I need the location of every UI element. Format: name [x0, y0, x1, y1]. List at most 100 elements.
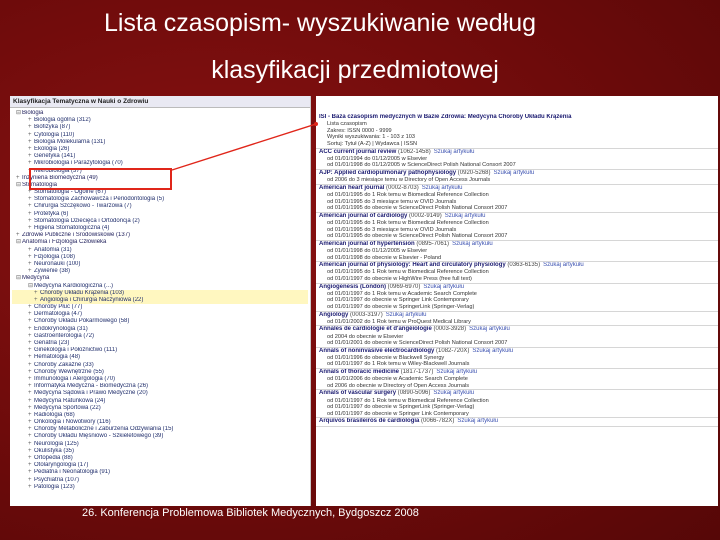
- find-article-link[interactable]: Szukaj artykułu: [423, 284, 464, 290]
- tree-node[interactable]: + Biologia ogólna (312): [12, 117, 308, 124]
- tree-node-label[interactable]: Angiologia i Chirurgia Naczyniowa (22): [40, 297, 143, 303]
- tree-node-label[interactable]: Geriatria (23): [34, 340, 69, 346]
- coverage-line[interactable]: od 01/01/1995 do 1 Rok temu w Biomedical…: [319, 220, 715, 227]
- tree-node[interactable]: + Fizjologia (108): [12, 254, 308, 261]
- tree-node[interactable]: + Medycyna Sportowa (22): [12, 405, 308, 412]
- journal-title-link[interactable]: Angiology: [319, 312, 348, 318]
- tree-node-label[interactable]: Dermatologia (47): [34, 311, 82, 317]
- coverage-line[interactable]: od 01/01/1995 do 3 miesiące temu w OVID …: [319, 199, 715, 206]
- tree-node[interactable]: + Ortopedia (88): [12, 455, 308, 462]
- find-article-link[interactable]: Szukaj artykułu: [457, 418, 498, 424]
- tree-node[interactable]: + Stomatologia - Ogólne (67): [12, 189, 308, 196]
- tree-node-label[interactable]: Ginekologia i Położnictwo (111): [34, 347, 117, 353]
- tree-node-label[interactable]: Choroby Wewnętrzne (55): [34, 369, 104, 375]
- tree-node[interactable]: + Higiena Stomatologiczna (4): [12, 225, 308, 232]
- tree-node-label[interactable]: Biologia Molekularna (131): [34, 139, 105, 145]
- tree-node[interactable]: + Genetyka (141): [12, 153, 308, 160]
- coverage-line[interactable]: od 01/01/1997 do obecnie w SpringerLink …: [319, 304, 715, 311]
- journal-title-link[interactable]: Annals of vascular surgery: [319, 390, 396, 396]
- find-article-link[interactable]: Szukaj artykułu: [433, 390, 474, 396]
- find-article-link[interactable]: Szukaj artykułu: [452, 241, 493, 247]
- tree-node-label[interactable]: Informatyka Medyczna - Biomedyczna (26): [34, 383, 148, 389]
- journal-title-link[interactable]: Arquivos brasileiros de cardiologia: [319, 418, 419, 424]
- tree-node-label[interactable]: Patologia (123): [34, 484, 75, 490]
- tree-node-label[interactable]: Medycyna Ratunkowa (24): [34, 398, 105, 404]
- tree-node[interactable]: + Zdrowie Publiczne i Środowiskowe (137): [12, 232, 308, 239]
- tree-node[interactable]: + Choroby Układu Krążenia (103): [12, 289, 308, 297]
- find-article-link[interactable]: Szukaj artykułu: [469, 326, 510, 332]
- tree-node[interactable]: + Medycyna Sądowa i Prawo Medyczne (20): [12, 390, 308, 397]
- tree-node[interactable]: + Okulistyka (35): [12, 448, 308, 455]
- coverage-line[interactable]: od 01/01/1998 do 01/12/2005 w ScienceDir…: [319, 162, 715, 169]
- tree-node[interactable]: + Stomatologia Dziecięca i Ortodoncja (2): [12, 218, 308, 225]
- journal-title-link[interactable]: American journal of cardiology: [319, 213, 407, 219]
- tree-node-label[interactable]: Anatomia i Fizjologia Człowieka: [22, 239, 106, 245]
- journal-title-link[interactable]: American heart journal: [319, 185, 384, 191]
- tree-node-label[interactable]: Otolaryngologia (17): [34, 462, 88, 468]
- tree-node[interactable]: + Geriatria (23): [12, 340, 308, 347]
- tree-node[interactable]: + Psychiatria (107): [12, 477, 308, 484]
- tree-node[interactable]: + Protetyka (6): [12, 211, 308, 218]
- coverage-line[interactable]: od 01/01/1997 do 1 Rok temu w Wiley-Blac…: [319, 361, 715, 368]
- coverage-line[interactable]: od 01/01/1995 do obecnie w ScienceDirect…: [319, 233, 715, 240]
- tree-node[interactable]: + Żywienie (38): [12, 268, 308, 275]
- coverage-line[interactable]: Wyniki wyszukiwania: 1 - 103 z 103: [319, 134, 715, 141]
- tree-node[interactable]: ⊟Anatomia i Fizjologia Człowieka: [12, 239, 308, 246]
- coverage-line[interactable]: od 01/01/1995 do 1 Rok temu w Biomedical…: [319, 269, 715, 276]
- journal-title-link[interactable]: ISI - Baza czasopism medycznych w Bazie …: [319, 114, 571, 120]
- coverage-line[interactable]: od 01/01/2006 do obecnie w Academic Sear…: [319, 376, 715, 383]
- tree-node[interactable]: + Choroby Zakaźne (33): [12, 362, 308, 369]
- tree-node-label[interactable]: Stomatologia Dziecięca i Ortodoncja (2): [34, 218, 140, 224]
- tree-node-label[interactable]: Protetyka (6): [34, 211, 68, 217]
- coverage-line[interactable]: Lista czasopism: [319, 121, 715, 128]
- journal-title-link[interactable]: Annals of thoracic medicine: [319, 369, 399, 375]
- coverage-line[interactable]: od 01/01/1998 do obecnie w Elsevier - Po…: [319, 255, 715, 262]
- tree-node-label[interactable]: Immunologia i Alergologia (70): [34, 376, 115, 382]
- tree-node-label[interactable]: Hematologia (48): [34, 354, 80, 360]
- tree-node-label[interactable]: Chirurgia Szczękowo - Twarzowa (7): [34, 203, 132, 209]
- journal-title-link[interactable]: American journal of hypertension: [319, 241, 415, 247]
- tree-node-label[interactable]: Choroby Płuc (77): [34, 304, 82, 310]
- tree-node-label[interactable]: Medycyna Sportowa (22): [34, 405, 101, 411]
- journal-title-link[interactable]: Annals of noninvasive electrocardiology: [319, 348, 434, 354]
- tree-node[interactable]: ⊟Biologia: [12, 110, 308, 117]
- tree-node[interactable]: + Hematologia (48): [12, 354, 308, 361]
- tree-node-label[interactable]: Choroby Układu Krążenia (103): [40, 290, 124, 296]
- find-article-link[interactable]: Szukaj artykułu: [422, 185, 463, 191]
- tree-node[interactable]: + Anatomia (31): [12, 247, 308, 254]
- tree-node-label[interactable]: Genetyka (141): [34, 153, 75, 159]
- tree-node[interactable]: + Patologia (123): [12, 484, 308, 491]
- coverage-line[interactable]: Zakres: ISSN 0000 - 9999: [319, 128, 715, 135]
- find-article-link[interactable]: Szukaj artykułu: [434, 149, 475, 155]
- tree-node-label[interactable]: Cytologia (110): [34, 132, 74, 138]
- tree-node-label[interactable]: Neurologia (125): [34, 441, 79, 447]
- tree-node[interactable]: + Biologia Molekularna (131): [12, 139, 308, 146]
- coverage-line[interactable]: od 2006 do obecnie w Directory of Open A…: [319, 383, 715, 390]
- tree-node-label[interactable]: Żywienie (38): [34, 268, 70, 274]
- tree-node[interactable]: + Radiologia (68): [12, 412, 308, 419]
- tree-node[interactable]: + Choroby Układu Pokarmowego (58): [12, 318, 308, 325]
- tree-node-label[interactable]: Ekologia (26): [34, 146, 69, 152]
- tree-node-label[interactable]: Choroby Układu Mięśniowo - Szkieletowego…: [34, 433, 163, 439]
- journal-title-link[interactable]: American journal of physiology: Heart an…: [319, 262, 506, 268]
- tree-node-label[interactable]: Mikrobiologia i Parazytologia (70): [34, 160, 123, 166]
- tree-node-label[interactable]: Psychiatria (107): [34, 477, 79, 483]
- find-article-link[interactable]: Szukaj artykułu: [436, 369, 477, 375]
- tree-node-label[interactable]: Onkologia i Nowotwory (116): [34, 419, 111, 425]
- tree-node-label[interactable]: Fizjologia (108): [34, 254, 75, 260]
- tree-node[interactable]: + Ekologia (26): [12, 146, 308, 153]
- tree-node[interactable]: + Onkologia i Nowotwory (116): [12, 419, 308, 426]
- tree-node[interactable]: + Cytologia (110): [12, 132, 308, 139]
- tree-node[interactable]: ⊟Medycyna: [12, 275, 308, 282]
- coverage-line[interactable]: Sortuj: Tytuł (A-Z) | Wydawca | ISSN: [319, 141, 715, 148]
- tree-node-label[interactable]: Biofizyka (87): [34, 124, 70, 130]
- journal-title-link[interactable]: Annales de cardiologie et d'angéiologie: [319, 326, 432, 332]
- coverage-line[interactable]: od 2006 do 3 miesiące temu w Directory o…: [319, 177, 715, 184]
- tree-node[interactable]: + Choroby Wewnętrzne (55): [12, 369, 308, 376]
- coverage-line[interactable]: od 01/01/1997 do 1 Rok temu w Biomedical…: [319, 398, 715, 405]
- tree-node[interactable]: + Otolaryngologia (17): [12, 462, 308, 469]
- tree-node-label[interactable]: Stomatologia Zachowawcza i Periodontolog…: [34, 196, 164, 202]
- coverage-line[interactable]: od 01/01/1995 do obecnie w ScienceDirect…: [319, 205, 715, 212]
- tree-node[interactable]: + Neuronauki (100): [12, 261, 308, 268]
- tree-node-label[interactable]: Okulistyka (35): [34, 448, 74, 454]
